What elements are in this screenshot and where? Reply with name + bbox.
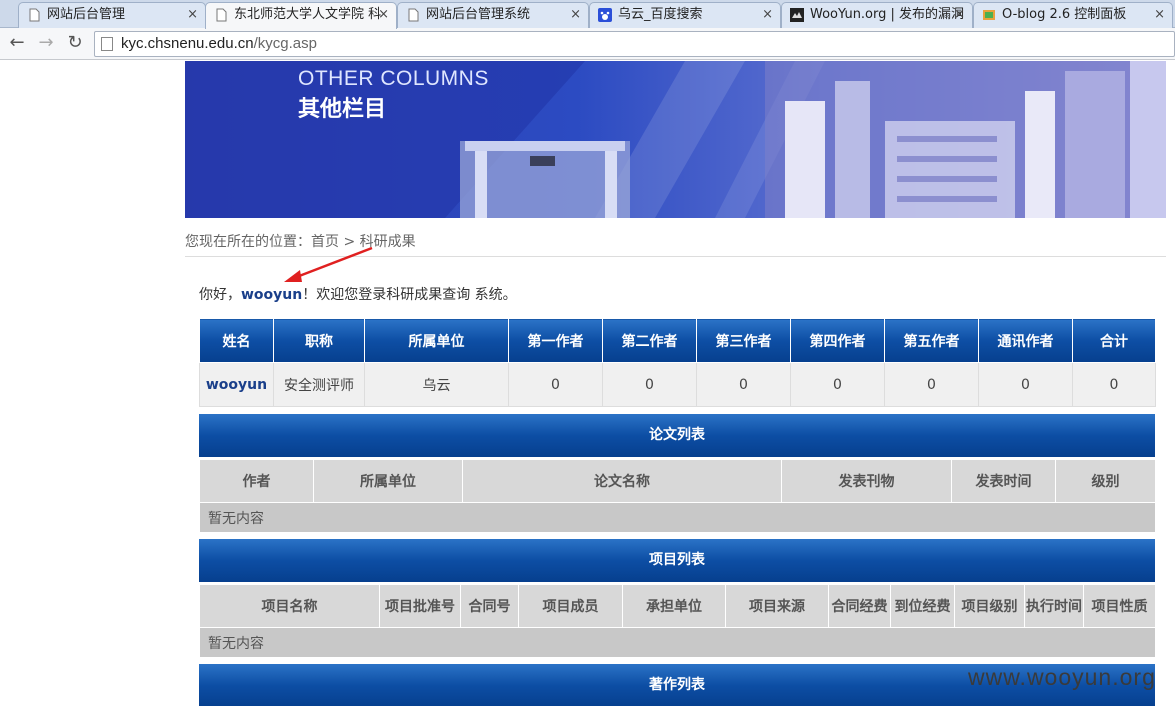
col-header: 通讯作者	[978, 318, 1073, 363]
col-header: 项目名称	[199, 584, 380, 628]
section-header-projects: 项目列表	[199, 539, 1155, 582]
oblog-icon	[983, 10, 995, 20]
reload-button[interactable]: ↻	[64, 32, 86, 54]
col-header: 所属单位	[313, 459, 463, 503]
empty-message: 暂无内容	[199, 502, 1156, 533]
tab-title: 东北师范大学人文学院 科	[234, 7, 382, 22]
col-header: 到位经费	[890, 584, 955, 628]
col-header: 发表刊物	[781, 459, 952, 503]
browser-tab-1[interactable]: 网站后台管理 ×	[18, 2, 206, 28]
col-header: 级别	[1055, 459, 1156, 503]
col-header: 项目批准号	[379, 584, 461, 628]
tab-title: WooYun.org | 发布的漏洞	[810, 7, 965, 22]
summary-table: 姓名 职称 所属单位 第一作者 第二作者 第三作者 第四作者 第五作者 通讯作者…	[199, 318, 1156, 407]
wooyun-icon	[790, 8, 804, 22]
papers-header-row: 作者 所属单位 论文名称 发表刊物 发表时间 级别	[199, 459, 1156, 503]
cell-count: 0	[602, 362, 697, 407]
col-header: 第一作者	[508, 318, 603, 363]
section-header-papers: 论文列表	[199, 414, 1155, 457]
browser-tab-5[interactable]: WooYun.org | 发布的漏洞 ×	[781, 2, 973, 28]
browser-tab-3[interactable]: 网站后台管理系统 ×	[397, 2, 589, 28]
col-header: 所属单位	[364, 318, 509, 363]
col-header: 论文名称	[462, 459, 782, 503]
col-header: 项目成员	[518, 584, 623, 628]
empty-message: 暂无内容	[199, 627, 1156, 658]
cell-count: 0	[978, 362, 1073, 407]
address-bar[interactable]: kyc.chsnenu.edu.cn/kycg.asp	[94, 31, 1175, 57]
projects-table: 项目名称 项目批准号 合同号 项目成员 承担单位 项目来源 合同经费 到位经费 …	[199, 584, 1156, 658]
forward-button[interactable]: →	[35, 32, 57, 54]
close-tab-icon[interactable]: ×	[570, 3, 581, 27]
table-row: wooyun 安全测评师 乌云 0 0 0 0 0 0 0	[199, 362, 1156, 407]
cell-unit: 乌云	[364, 362, 509, 407]
close-tab-icon[interactable]: ×	[954, 3, 965, 27]
cell-count: 0	[508, 362, 603, 407]
page-icon	[216, 8, 227, 22]
col-header: 项目性质	[1083, 584, 1156, 628]
col-header: 职称	[273, 318, 365, 363]
browser-tab-2[interactable]: 东北师范大学人文学院 科 ×	[205, 2, 397, 29]
banner-title-cn: 其他栏目	[298, 97, 387, 122]
banner-image: OTHER COLUMNS 其他栏目	[185, 61, 1166, 218]
col-header: 项目来源	[725, 584, 829, 628]
col-header: 承担单位	[622, 584, 726, 628]
page-icon	[408, 8, 419, 22]
browser-tab-strip: 网站后台管理 × 东北师范大学人文学院 科 × 网站后台管理系统 × 乌云_百度…	[0, 0, 1175, 29]
papers-table: 作者 所属单位 论文名称 发表刊物 发表时间 级别 暂无内容	[199, 459, 1156, 533]
browser-toolbar: ← → ↻ kyc.chsnenu.edu.cn/kycg.asp	[0, 28, 1175, 60]
tab-title: 网站后台管理系统	[426, 7, 531, 22]
url-host: kyc.chsnenu.edu.cn	[121, 35, 254, 52]
empty-row: 暂无内容	[199, 627, 1156, 658]
col-header: 第三作者	[696, 318, 791, 363]
cell-count: 0	[884, 362, 979, 407]
col-header: 作者	[199, 459, 314, 503]
close-tab-icon[interactable]: ×	[378, 3, 389, 27]
close-tab-icon[interactable]: ×	[1154, 3, 1165, 27]
col-header: 第二作者	[602, 318, 697, 363]
tab-title: 乌云_百度搜索	[618, 7, 703, 22]
col-header: 合同号	[460, 584, 519, 628]
url-path: /kycg.asp	[253, 35, 317, 52]
banner-title-en: OTHER COLUMNS	[298, 67, 489, 90]
close-tab-icon[interactable]: ×	[762, 3, 773, 27]
greeting-username[interactable]: wooyun	[241, 287, 302, 303]
tab-title: 网站后台管理	[47, 7, 126, 22]
cell-name: wooyun	[199, 362, 274, 407]
projects-header-row: 项目名称 项目批准号 合同号 项目成员 承担单位 项目来源 合同经费 到位经费 …	[199, 584, 1156, 628]
cell-count: 0	[696, 362, 791, 407]
col-header: 第五作者	[884, 318, 979, 363]
baidu-paw-icon	[598, 8, 612, 22]
browser-tab-4[interactable]: 乌云_百度搜索 ×	[589, 2, 781, 28]
cell-count: 0	[790, 362, 885, 407]
web-page: OTHER COLUMNS 其他栏目 您现在所在的位置：首页 > 科研成果 你好…	[0, 61, 1175, 706]
col-header: 执行时间	[1024, 584, 1084, 628]
cell-total: 0	[1072, 362, 1156, 407]
col-header: 姓名	[199, 318, 274, 363]
greeting: 你好，wooyun！欢迎您登录科研成果查询 系统。	[199, 284, 517, 304]
summary-header-row: 姓名 职称 所属单位 第一作者 第二作者 第三作者 第四作者 第五作者 通讯作者…	[199, 318, 1156, 363]
col-header: 合计	[1072, 318, 1156, 363]
greeting-prefix: 你好，	[199, 287, 241, 303]
col-header: 第四作者	[790, 318, 885, 363]
red-arrow-annotation	[284, 246, 373, 282]
col-header: 发表时间	[951, 459, 1056, 503]
col-header: 项目级别	[954, 584, 1025, 628]
page-icon	[101, 37, 113, 51]
tab-title: O-blog 2.6 控制面板	[1002, 7, 1127, 22]
greeting-suffix: ！欢迎您登录科研成果查询 系统。	[302, 287, 517, 303]
close-tab-icon[interactable]: ×	[187, 3, 198, 27]
cell-title: 安全测评师	[273, 362, 365, 407]
watermark: www.wooyun.org	[968, 664, 1156, 690]
browser-tab-6[interactable]: O-blog 2.6 控制面板 ×	[973, 2, 1173, 28]
page-icon	[29, 8, 40, 22]
url-text[interactable]: kyc.chsnenu.edu.cn/kycg.asp	[121, 35, 317, 52]
back-button[interactable]: ←	[6, 32, 28, 54]
col-header: 合同经费	[828, 584, 891, 628]
empty-row: 暂无内容	[199, 502, 1156, 533]
